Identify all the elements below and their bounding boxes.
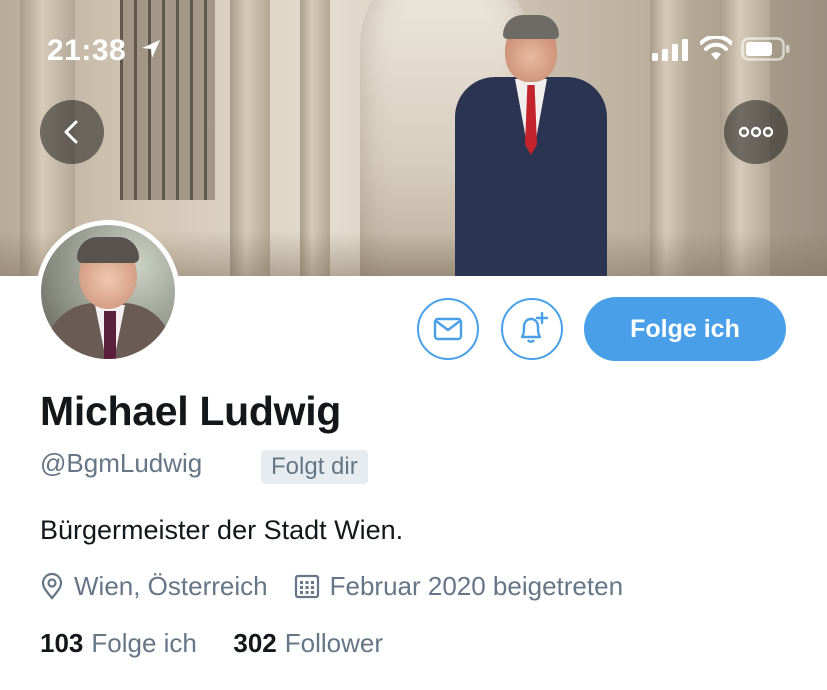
- wifi-icon: [700, 36, 732, 60]
- join-date: Februar 2020 beigetreten: [294, 571, 623, 602]
- profile-name: Michael Ludwig: [40, 388, 342, 434]
- followers-label: Follower: [284, 628, 383, 658]
- bell-plus-icon: [520, 311, 549, 343]
- message-button[interactable]: [417, 298, 479, 360]
- battery-icon: [741, 37, 790, 61]
- following-count: 103: [40, 628, 84, 658]
- following-label: Folge ich: [91, 628, 197, 658]
- chevron-left-icon: [64, 120, 78, 144]
- more-options-button[interactable]: [724, 100, 788, 164]
- join-date-text: Februar 2020 beigetreten: [329, 570, 624, 601]
- more-horizontal-icon: [738, 126, 774, 138]
- location: Wien, Österreich: [40, 571, 268, 602]
- following-stat[interactable]: 103 Folge ich: [40, 628, 204, 658]
- back-button[interactable]: [40, 100, 104, 164]
- status-bar: 21:38: [0, 0, 827, 100]
- profile-avatar[interactable]: [36, 220, 180, 364]
- location-arrow-icon: [142, 40, 160, 58]
- location-text: Wien, Österreich: [74, 570, 268, 601]
- following-button[interactable]: Folge ich: [584, 297, 786, 361]
- status-time: 21:38: [47, 34, 127, 67]
- calendar-icon: [294, 574, 319, 599]
- mail-icon: [433, 317, 463, 341]
- followers-stat[interactable]: 302 Follower: [233, 628, 383, 658]
- profile-meta: Wien, Österreich Februar 2020 beigetrete…: [40, 569, 623, 603]
- profile-bio: Bürgermeister der Stadt Wien.: [40, 515, 404, 545]
- notifications-button[interactable]: [501, 298, 563, 360]
- follow-stats: 103 Folge ich 302 Follower: [40, 628, 383, 659]
- follows-you-badge: Folgt dir: [261, 450, 368, 484]
- profile-handle: @BgmLudwig: [40, 448, 203, 478]
- location-pin-icon: [41, 572, 63, 600]
- cellular-signal-icon: [652, 39, 688, 61]
- followers-count: 302: [233, 628, 277, 658]
